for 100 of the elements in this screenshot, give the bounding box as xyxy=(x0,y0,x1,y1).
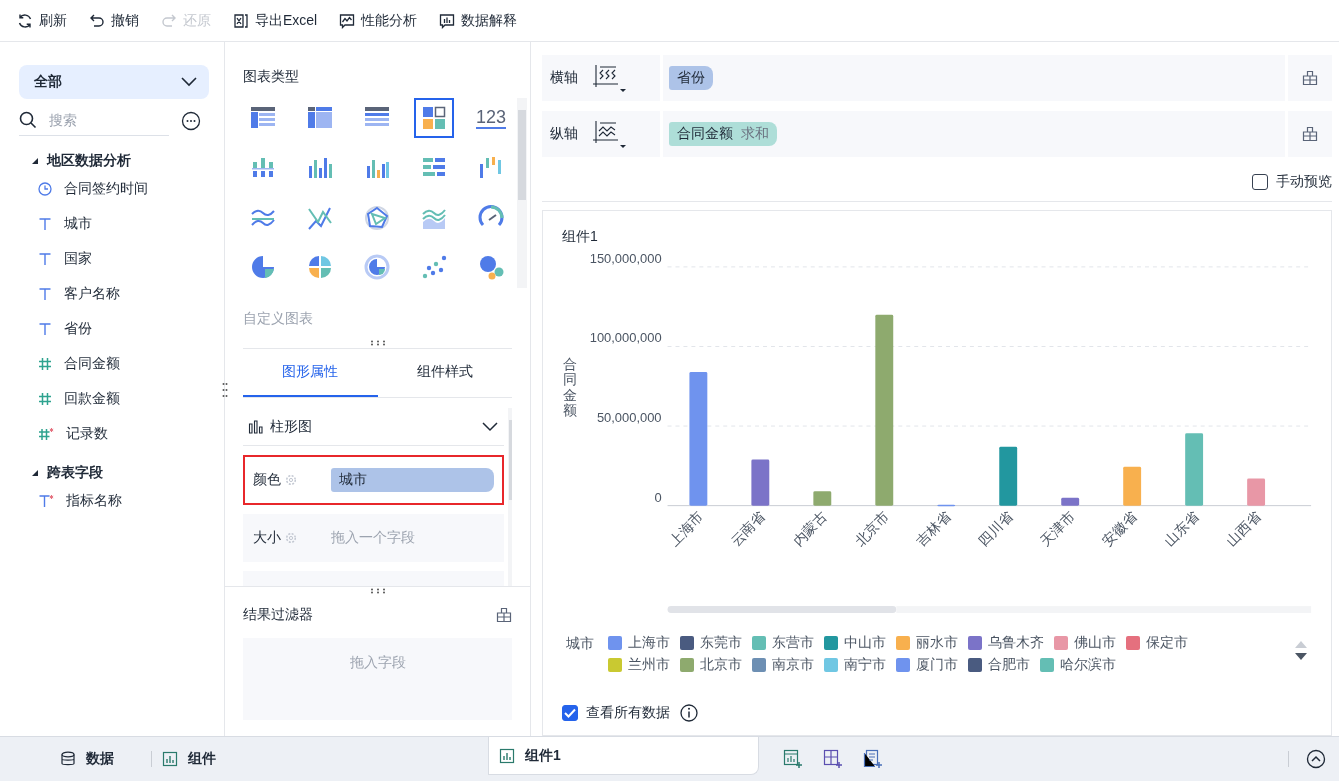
legend-label[interactable]: 北京市 xyxy=(700,655,742,674)
axis-title: 合同金额 xyxy=(563,356,577,420)
tab[interactable]: 图形属性 xyxy=(243,349,378,397)
legend-label[interactable]: 佛山市 xyxy=(1074,633,1116,652)
legend-label[interactable]: 东营市 xyxy=(772,633,814,652)
field-label[interactable]: 记录数 xyxy=(66,424,108,443)
toolbar-button[interactable]: 数据解释 xyxy=(439,6,518,35)
group-label[interactable]: 跨表字段 xyxy=(47,464,103,482)
scope-dropdown[interactable]: 全部 xyxy=(19,65,209,99)
legend-label[interactable]: 南京市 xyxy=(772,655,814,674)
field-label[interactable]: 指标名称 xyxy=(66,491,122,510)
bottom-tab[interactable]: 组件1 xyxy=(488,737,759,775)
axis-tick-label: 山西省 xyxy=(1223,508,1265,550)
chevron-down-icon xyxy=(482,421,498,432)
expand-triangle-icon[interactable] xyxy=(31,469,39,477)
text-type-icon xyxy=(38,493,54,508)
bar[interactable] xyxy=(813,491,832,506)
field-label[interactable]: 省份 xyxy=(64,319,92,338)
legend-label[interactable]: 乌鲁木齐 xyxy=(988,633,1044,652)
chart-kind-dropdown[interactable]: 柱形图 xyxy=(243,408,504,446)
chart-type-button[interactable]: 123 xyxy=(471,98,511,138)
line-chart-icon xyxy=(339,12,356,29)
bar[interactable] xyxy=(751,459,770,506)
add-report-icon[interactable] xyxy=(863,749,883,769)
toolbar-button[interactable]: 导出Excel xyxy=(233,6,318,35)
bottom-tab[interactable]: 组件 xyxy=(152,737,226,781)
field-label[interactable]: 客户名称 xyxy=(64,284,120,303)
legend-label[interactable]: 丽水市 xyxy=(916,633,958,652)
bar[interactable] xyxy=(1247,478,1266,506)
scrollbar[interactable] xyxy=(517,98,527,288)
toolbar-button[interactable]: 性能分析 xyxy=(339,6,418,35)
chart-type-button[interactable] xyxy=(414,98,454,138)
axis-type-icon[interactable] xyxy=(592,118,626,149)
add-chart-icon[interactable] xyxy=(783,749,803,769)
axis-tick-label: 100,000,000 xyxy=(589,330,662,346)
axis-tick-label: 云南省 xyxy=(727,508,769,550)
bottom-tab[interactable]: 数据 xyxy=(50,737,124,781)
expand-triangle-icon[interactable] xyxy=(31,157,39,165)
resize-handle-icon[interactable] xyxy=(222,382,228,398)
collapse-up-icon[interactable] xyxy=(1306,749,1326,769)
group-label[interactable]: 地区数据分析 xyxy=(47,152,131,170)
manual-preview-checkbox[interactable]: 手动预览 xyxy=(1252,172,1332,191)
field-pill[interactable]: 城市 xyxy=(331,468,494,492)
toolbar-button[interactable]: 刷新 xyxy=(17,6,67,35)
checkbox[interactable] xyxy=(1252,173,1268,190)
bar[interactable] xyxy=(689,371,708,506)
legend-label[interactable]: 中山市 xyxy=(844,633,886,652)
bar-chart-icon xyxy=(162,751,178,767)
axis-tick-label: 安徽省 xyxy=(1099,508,1141,550)
tab[interactable]: 组件样式 xyxy=(377,349,512,397)
legend-label[interactable]: 东莞市 xyxy=(700,633,742,652)
number-chart-label: 123 xyxy=(475,107,506,129)
bar[interactable] xyxy=(1185,433,1204,506)
view-all-data-checkbox[interactable]: 查看所有数据 xyxy=(562,703,670,722)
filter-settings-icon[interactable] xyxy=(496,607,512,623)
add-table-icon[interactable] xyxy=(823,749,843,769)
property-label: 颜色 xyxy=(253,471,281,489)
bar-chart-icon xyxy=(439,12,456,29)
bar[interactable] xyxy=(875,314,894,506)
chevron-down-icon xyxy=(181,77,197,87)
field-label[interactable]: 回款金额 xyxy=(64,389,120,408)
bar[interactable] xyxy=(999,446,1018,506)
axis-tick-label: 山东省 xyxy=(1161,508,1203,550)
radar-chart-icon xyxy=(363,203,391,232)
toolbar-button[interactable]: 撤销 xyxy=(89,6,139,35)
axis-type-icon[interactable] xyxy=(592,62,626,93)
text-type-icon xyxy=(38,286,52,301)
filter-settings-icon[interactable] xyxy=(1302,69,1318,86)
field-label[interactable]: 城市 xyxy=(64,214,92,233)
field-label[interactable]: 合同金额 xyxy=(64,354,120,373)
info-icon[interactable] xyxy=(680,703,698,722)
legend-label[interactable]: 保定市 xyxy=(1146,633,1188,652)
field-pill[interactable]: 合同金额 求和 xyxy=(669,121,777,146)
axis-tick-label: 天津市 xyxy=(1037,508,1079,550)
page-arrows-icon[interactable] xyxy=(1294,639,1308,662)
text-type-icon xyxy=(38,321,52,336)
section-title: 图表类型 xyxy=(243,68,300,86)
clock-icon xyxy=(38,181,52,196)
search-field[interactable]: 搜索 xyxy=(47,111,151,129)
resize-handle-icon[interactable] xyxy=(369,588,386,594)
field-label[interactable]: 国家 xyxy=(64,249,92,268)
resize-handle-icon[interactable] xyxy=(369,340,386,346)
field-label[interactable]: 合同签约时间 xyxy=(64,179,148,198)
legend-label[interactable]: 厦门市 xyxy=(916,655,958,674)
legend-label[interactable]: 兰州市 xyxy=(628,655,670,674)
legend-label[interactable]: 上海市 xyxy=(628,633,670,652)
scrollbar-thumb[interactable] xyxy=(667,605,897,613)
hash-icon xyxy=(38,426,54,441)
legend-label[interactable]: 合肥市 xyxy=(988,655,1030,674)
axis-tick-label: 150,000,000 xyxy=(589,251,662,266)
checkbox[interactable] xyxy=(562,704,578,721)
legend-label[interactable]: 哈尔滨市 xyxy=(1060,655,1116,674)
bar-chart-icon xyxy=(499,747,515,764)
axis-tick-label: 50,000,000 xyxy=(596,409,662,425)
bar[interactable] xyxy=(1061,497,1080,506)
hash-icon xyxy=(38,356,52,371)
filter-settings-icon[interactable] xyxy=(1302,125,1318,142)
legend-label[interactable]: 南宁市 xyxy=(844,655,886,674)
more-icon[interactable] xyxy=(181,110,201,131)
field-pill[interactable]: 省份 xyxy=(669,65,713,90)
